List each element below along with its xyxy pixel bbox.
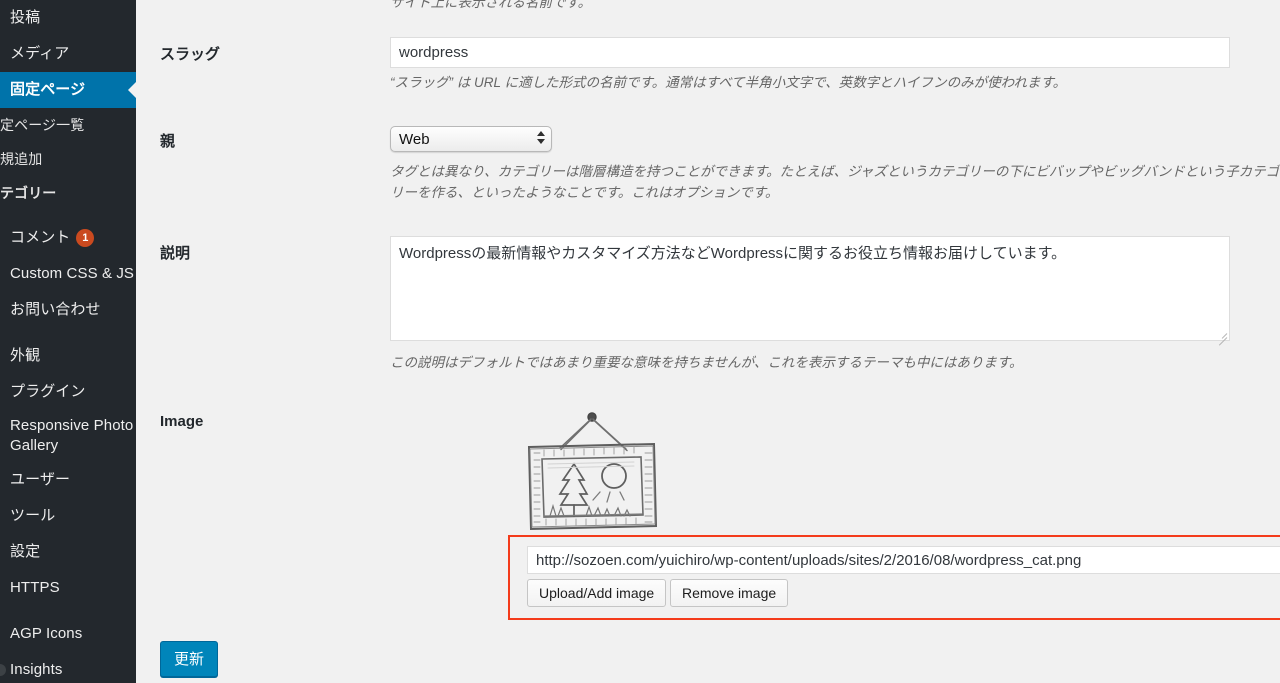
slug-input[interactable]	[390, 37, 1230, 68]
image-label: Image	[160, 413, 204, 430]
sidebar-item-label: 投稿	[10, 9, 41, 26]
sidebar-item-settings[interactable]: 設定	[0, 534, 136, 570]
sidebar-subitem-add-new[interactable]: 規追加	[0, 142, 136, 176]
image-url-input[interactable]	[527, 546, 1280, 574]
wordpress-admin-screen: 投稿 メディア 固定ページ 定ページ一覧 規追加 テゴリー コメント 1 Cust…	[0, 0, 1280, 683]
sidebar-item-label: AGP Icons	[10, 625, 83, 642]
sidebar-divider	[0, 328, 136, 338]
sidebar-item-tools[interactable]: ツール	[0, 498, 136, 534]
active-arrow-icon	[128, 82, 136, 98]
parent-select-wrapper[interactable]: Web	[390, 126, 552, 152]
sidebar-item-label: 固定ページ	[10, 81, 86, 98]
description-help-text: この説明はデフォルトではあまり重要な意味を持ちませんが、これを表示するテーマも中…	[390, 355, 1023, 370]
sidebar-item-label: 定ページ一覧	[0, 117, 85, 133]
sidebar-subitem-all-pages[interactable]: 定ページ一覧	[0, 108, 136, 142]
admin-sidebar: 投稿 メディア 固定ページ 定ページ一覧 規追加 テゴリー コメント 1 Cust…	[0, 0, 136, 683]
main-content: サイト上に表示される名前です。 スラッグ “スラッグ” は URL に適した形式…	[136, 0, 1280, 683]
remove-image-button[interactable]: Remove image	[670, 579, 789, 607]
sidebar-item-pages[interactable]: 固定ページ	[0, 72, 136, 108]
sidebar-item-agp-icons[interactable]: AGP Icons	[0, 616, 136, 652]
slug-help-text: “スラッグ” は URL に適した形式の名前です。通常はすべて半角小文字で、英数…	[390, 75, 1067, 90]
sidebar-divider	[0, 210, 136, 220]
sidebar-item-users[interactable]: ユーザー	[0, 462, 136, 498]
image-field-highlight-box: Upload/Add image Remove image	[508, 535, 1280, 620]
slug-label: スラッグ	[160, 46, 221, 63]
sidebar-divider	[0, 606, 136, 616]
description-textarea[interactable]	[390, 236, 1230, 341]
sidebar-item-label: テゴリー	[0, 185, 57, 201]
image-thumbnail	[514, 404, 669, 534]
sidebar-item-label: HTTPS	[10, 579, 60, 596]
sidebar-item-label: 設定	[10, 543, 41, 560]
sidebar-item-label: 規追加	[0, 151, 43, 167]
parent-select[interactable]: Web	[390, 126, 552, 152]
description-textarea-wrapper	[390, 236, 1230, 346]
upload-add-image-button[interactable]: Upload/Add image	[527, 579, 667, 607]
sidebar-item-custom-css-js[interactable]: Custom CSS & JS	[0, 256, 136, 292]
sidebar-item-label: ツール	[10, 507, 56, 524]
sidebar-item-label: 外観	[10, 347, 41, 364]
sidebar-item-plugins[interactable]: プラグイン	[0, 374, 136, 410]
sidebar-item-label: お問い合わせ	[10, 301, 101, 318]
sidebar-item-label: ユーザー	[10, 471, 71, 488]
name-field-help-clipped: サイト上に表示される名前です。	[390, 0, 592, 10]
sidebar-item-label: コメント	[10, 229, 71, 246]
sidebar-item-label: Insights	[10, 661, 63, 678]
sidebar-item-posts[interactable]: 投稿	[0, 0, 136, 36]
insights-icon	[0, 664, 6, 676]
sidebar-item-label: Custom CSS & JS	[10, 265, 135, 282]
sidebar-item-appearance[interactable]: 外観	[0, 338, 136, 374]
sidebar-item-comments[interactable]: コメント 1	[0, 220, 136, 256]
sidebar-item-media[interactable]: メディア	[0, 36, 136, 72]
sidebar-item-https[interactable]: HTTPS	[0, 570, 136, 606]
description-label: 説明	[160, 245, 191, 262]
sidebar-item-responsive-photo-gallery[interactable]: Responsive Photo Gallery	[0, 410, 136, 462]
sidebar-item-label: プラグイン	[10, 383, 86, 400]
sidebar-item-label: Responsive Photo Gallery	[10, 417, 134, 454]
parent-label: 親	[160, 133, 176, 150]
sidebar-item-contact[interactable]: お問い合わせ	[0, 292, 136, 328]
comments-count-badge: 1	[76, 229, 95, 248]
sidebar-item-label: メディア	[10, 45, 70, 62]
sidebar-subitem-categories[interactable]: テゴリー	[0, 176, 136, 210]
parent-help-text: タグとは異なり、カテゴリーは階層構造を持つことができます。たとえば、ジャズという…	[390, 164, 1280, 200]
sidebar-item-insights[interactable]: Insights	[0, 652, 136, 683]
update-button[interactable]: 更新	[160, 641, 219, 677]
